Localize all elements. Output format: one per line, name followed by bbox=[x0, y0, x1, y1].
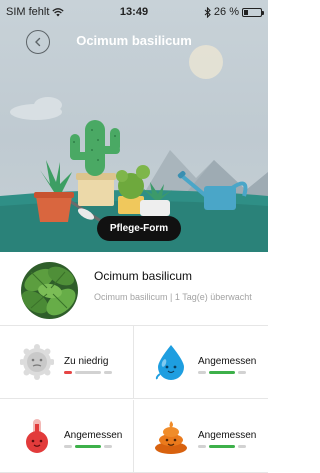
sun-light-icon bbox=[20, 344, 54, 380]
metric-fertilizer-level bbox=[198, 445, 246, 448]
level-low-segment bbox=[198, 445, 206, 448]
status-bar: SIM fehlt 13:49 26 % bbox=[0, 0, 268, 24]
level-high-segment bbox=[238, 371, 246, 374]
level-high-segment bbox=[104, 371, 112, 374]
level-ok-segment bbox=[209, 445, 235, 448]
care-form-button[interactable]: Pflege-Form bbox=[97, 216, 181, 241]
level-high-segment bbox=[104, 445, 112, 448]
metric-fertilizer[interactable]: Angemessen bbox=[134, 400, 268, 473]
metric-light[interactable]: Zu niedrig bbox=[0, 326, 134, 399]
metric-temperature-status: Angemessen bbox=[64, 430, 123, 441]
bluetooth-icon bbox=[204, 6, 211, 18]
battery-icon bbox=[242, 7, 264, 17]
level-low-segment bbox=[198, 371, 206, 374]
metric-temperature[interactable]: Angemessen bbox=[0, 400, 134, 473]
water-drop-icon bbox=[155, 345, 184, 380]
battery-level bbox=[244, 9, 249, 15]
level-ok-segment bbox=[75, 445, 101, 448]
fertilizer-icon bbox=[155, 421, 187, 454]
level-low-segment bbox=[64, 371, 72, 374]
metric-light-status: Zu niedrig bbox=[64, 356, 109, 367]
level-ok-segment bbox=[209, 371, 235, 374]
level-low-segment bbox=[64, 445, 72, 448]
plant-info[interactable]: Ocimum basilicum Ocimum basilicum | 1 Ta… bbox=[0, 252, 268, 326]
carrier: SIM fehlt bbox=[6, 6, 96, 18]
metric-fertilizer-status: Angemessen bbox=[198, 430, 257, 441]
page-title: Ocimum basilicum bbox=[76, 33, 192, 48]
carrier-label: SIM fehlt bbox=[6, 6, 50, 18]
metric-temperature-level bbox=[64, 445, 112, 448]
plant-name: Ocimum basilicum bbox=[94, 269, 193, 283]
metric-water[interactable]: Angemessen bbox=[134, 326, 268, 399]
plant-hero-illustration: SIM fehlt 13:49 26 % Ocimum basilicum Pf… bbox=[0, 0, 268, 252]
clock: 13:49 bbox=[119, 6, 149, 18]
wifi-icon bbox=[52, 7, 65, 16]
basil-leaves-icon bbox=[21, 262, 78, 319]
battery-percent: 26 % bbox=[213, 6, 239, 18]
status-right: 26 % bbox=[172, 6, 264, 18]
metric-water-level bbox=[198, 371, 246, 374]
plant-avatar bbox=[21, 262, 78, 319]
thermometer-icon bbox=[26, 419, 48, 453]
plant-meta: Ocimum basilicum | 1 Tag(e) überwacht bbox=[94, 292, 252, 302]
metric-water-status: Angemessen bbox=[198, 356, 257, 367]
metrics-grid: Zu niedrig Angemessen Angemessen Angemes… bbox=[0, 326, 268, 473]
level-ok-segment bbox=[75, 371, 101, 374]
metric-light-level bbox=[64, 371, 112, 374]
level-high-segment bbox=[238, 445, 246, 448]
